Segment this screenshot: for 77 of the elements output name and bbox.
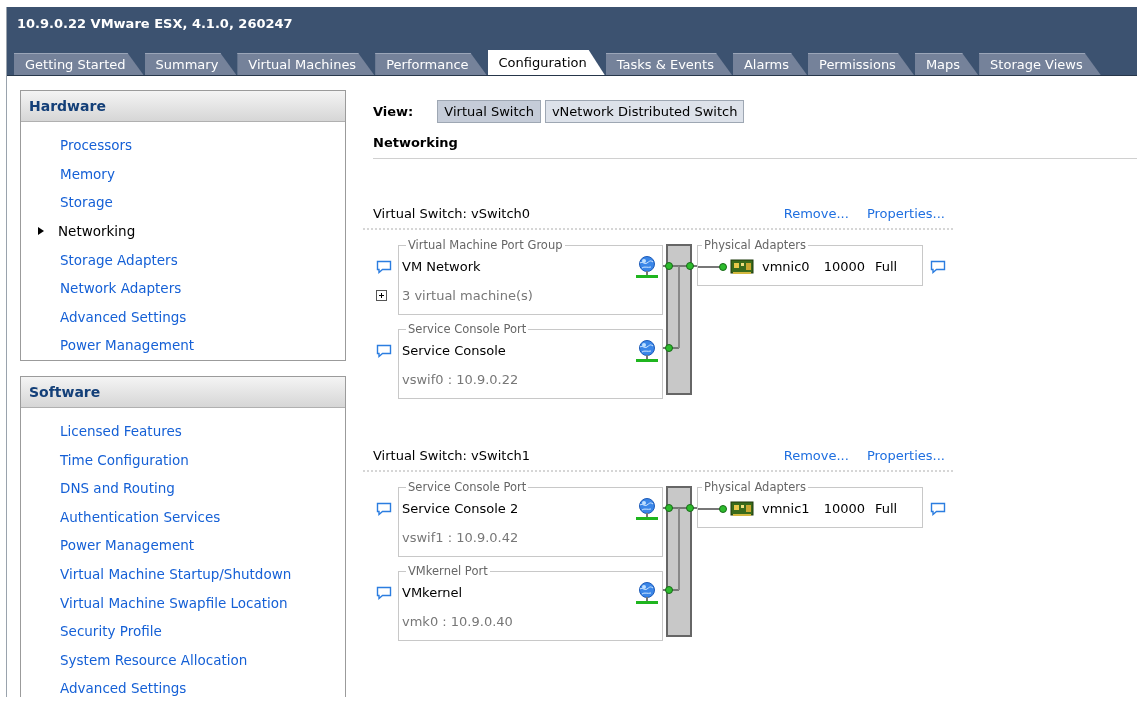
network-card-icon <box>730 257 754 276</box>
action-link[interactable]: Properties... <box>866 206 945 221</box>
switch-title: Virtual Switch: vSwitch0 <box>373 206 532 221</box>
sidebar-item[interactable]: Network Adapters <box>60 280 182 297</box>
sidebar-item[interactable]: Advanced Settings <box>60 680 187 697</box>
port-detail: vswif0 : 10.9.0.22 <box>402 371 520 389</box>
adapter-name: vmnic0 <box>762 259 810 274</box>
comment-icon[interactable] <box>376 500 392 517</box>
sidebar-item[interactable]: Power Management <box>60 337 195 354</box>
panel-header: Hardware <box>21 91 345 122</box>
action-link[interactable]: Remove... <box>783 448 849 463</box>
tab[interactable]: Getting Started <box>14 53 144 75</box>
view-toggle-button[interactable]: Virtual Switch <box>437 99 541 123</box>
adapter-speed: 10000 <box>823 501 865 516</box>
tab[interactable]: Summary <box>144 53 237 75</box>
switch-title: Virtual Switch: vSwitch1 <box>373 448 532 463</box>
port-detail: vmk0 : 10.9.0.40 <box>402 613 514 631</box>
comment-icon[interactable] <box>376 258 392 275</box>
comment-icon[interactable] <box>376 342 392 359</box>
sidebar-item[interactable]: System Resource Allocation <box>60 651 248 668</box>
tab[interactable]: Performance <box>375 53 487 75</box>
tab[interactable]: Maps <box>914 53 979 75</box>
globe-icon <box>636 254 658 279</box>
connector-line <box>698 503 728 514</box>
sidebar-item[interactable]: DNS and Routing <box>60 480 175 497</box>
action-link[interactable]: Properties... <box>866 448 945 463</box>
view-label: View: <box>373 103 414 119</box>
sidebar-item[interactable]: Virtual Machine Swapfile Location <box>60 594 288 611</box>
port-detail: 3 virtual machine(s) <box>402 287 534 305</box>
tab[interactable]: Configuration <box>487 50 605 75</box>
tab[interactable]: Storage Views <box>979 53 1101 75</box>
section-title: Networking <box>373 135 1137 159</box>
group-label: Service Console Port <box>407 480 528 494</box>
port-name: Service Console <box>402 343 507 358</box>
port-name: VM Network <box>402 259 482 274</box>
port-name: VMkernel <box>402 585 464 600</box>
tab[interactable]: Tasks & Events <box>605 53 732 75</box>
sidebar-item[interactable]: Processors <box>60 137 133 154</box>
adapter-duplex: Full <box>875 259 898 274</box>
group-label: Service Console Port <box>407 322 528 336</box>
network-card-icon <box>730 499 754 518</box>
sidebar-item[interactable]: Storage <box>60 194 113 211</box>
port-detail: vswif1 : 10.9.0.42 <box>402 529 520 547</box>
tab[interactable]: Permissions <box>808 53 914 75</box>
adapter-speed: 10000 <box>823 259 865 274</box>
window-title: 10.9.0.22 VMware ESX, 4.1.0, 260247 <box>7 7 1137 40</box>
view-toggle-button[interactable]: vNetwork Distributed Switch <box>544 99 745 123</box>
expand-icon[interactable] <box>376 290 387 301</box>
comment-icon[interactable] <box>376 584 392 601</box>
globe-icon <box>636 338 658 363</box>
globe-icon <box>636 496 658 521</box>
port-name: Service Console 2 <box>402 501 520 516</box>
panel-header: Software <box>21 376 345 408</box>
connector-line <box>698 261 728 272</box>
globe-icon <box>636 580 658 605</box>
action-link[interactable]: Remove... <box>783 206 849 221</box>
arrow-icon <box>38 227 44 236</box>
sidebar-item[interactable]: Time Configuration <box>60 451 189 468</box>
group-label: Virtual Machine Port Group <box>407 238 564 252</box>
adapter-duplex: Full <box>875 501 898 516</box>
group-label: Physical Adapters <box>703 480 808 494</box>
adapter-name: vmnic1 <box>762 501 810 516</box>
tab[interactable]: Alarms <box>732 53 807 75</box>
comment-icon[interactable] <box>930 258 946 275</box>
sidebar-item[interactable]: Storage Adapters <box>60 251 178 268</box>
sidebar-item[interactable]: Licensed Features <box>60 423 182 440</box>
sidebar-item[interactable]: Advanced Settings <box>60 308 187 325</box>
comment-icon[interactable] <box>930 500 946 517</box>
sidebar-item[interactable]: Networking <box>58 223 136 240</box>
group-label: Physical Adapters <box>703 238 808 252</box>
sidebar-item[interactable]: Security Profile <box>60 623 162 640</box>
tab[interactable]: Virtual Machines <box>237 53 375 75</box>
sidebar-item[interactable]: Memory <box>60 165 115 182</box>
sidebar-item[interactable]: Power Management <box>60 537 195 554</box>
sidebar-item[interactable]: Virtual Machine Startup/Shutdown <box>60 566 292 582</box>
group-label: VMkernel Port <box>407 564 489 578</box>
sidebar-item[interactable]: Authentication Services <box>60 508 221 525</box>
